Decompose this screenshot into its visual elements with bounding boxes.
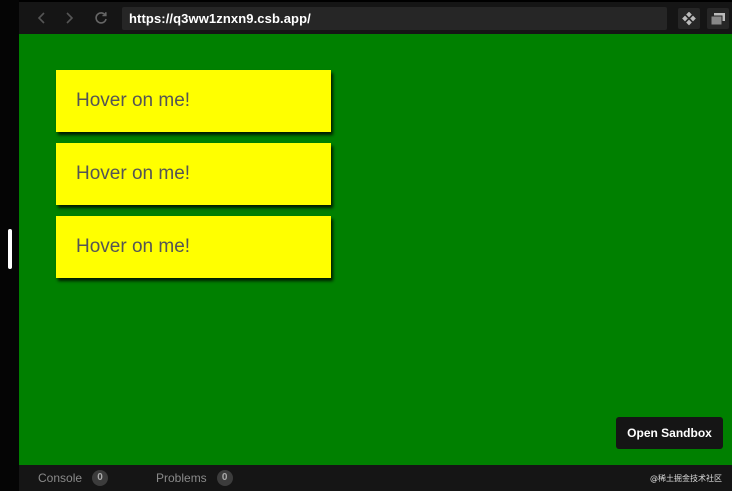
hover-card[interactable]: Hover on me! bbox=[56, 216, 331, 278]
codesandbox-button[interactable] bbox=[678, 8, 700, 29]
drag-handle[interactable] bbox=[8, 229, 12, 269]
forward-button[interactable] bbox=[59, 8, 79, 28]
windows-icon bbox=[711, 12, 725, 25]
diamond-grid-icon bbox=[682, 11, 696, 25]
preview-pane: Hover on me! Hover on me! Hover on me! O… bbox=[19, 34, 732, 465]
console-count-badge: 0 bbox=[92, 470, 109, 486]
hover-card[interactable]: Hover on me! bbox=[56, 143, 331, 205]
back-button[interactable] bbox=[32, 8, 52, 28]
bottom-bar: Console 0 Problems 0 @稀土掘金技术社区 bbox=[19, 465, 732, 491]
refresh-icon bbox=[95, 12, 107, 24]
browser-toolbar: https://q3ww1znxn9.csb.app/ bbox=[19, 2, 732, 34]
hover-card[interactable]: Hover on me! bbox=[56, 70, 331, 132]
console-tab[interactable]: Console 0 bbox=[38, 465, 109, 491]
url-input[interactable]: https://q3ww1znxn9.csb.app/ bbox=[122, 7, 667, 30]
watermark: @稀土掘金技术社区 bbox=[650, 474, 722, 483]
open-sandbox-button[interactable]: Open Sandbox bbox=[616, 417, 723, 449]
problems-count-badge: 0 bbox=[216, 470, 233, 486]
console-label: Console bbox=[38, 471, 83, 485]
open-in-window-button[interactable] bbox=[707, 8, 729, 29]
problems-tab[interactable]: Problems 0 bbox=[156, 465, 233, 491]
left-rail bbox=[0, 0, 19, 491]
chevron-left-icon bbox=[37, 12, 45, 24]
refresh-button[interactable] bbox=[91, 8, 111, 28]
chevron-right-icon bbox=[66, 12, 74, 24]
problems-label: Problems bbox=[156, 471, 207, 485]
